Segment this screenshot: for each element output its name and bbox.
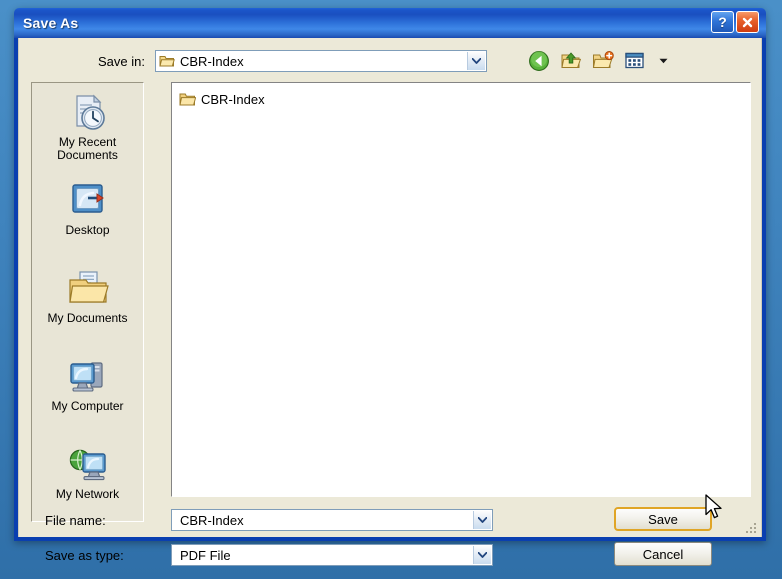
save-button[interactable]: Save: [614, 507, 712, 531]
desktop-icon: [68, 179, 108, 221]
save-as-type-label: Save as type:: [45, 547, 124, 563]
place-label: My Recent Documents: [57, 135, 118, 162]
navigation-toolbar: [527, 48, 675, 74]
place-item-my-recent-documents[interactable]: My Recent Documents: [32, 83, 143, 171]
new-folder-icon: [592, 51, 614, 68]
file-name: CBR-Index: [201, 91, 265, 107]
file-name-value: CBR-Index: [180, 512, 244, 528]
title-bar-buttons: ?: [711, 11, 759, 33]
file-list[interactable]: CBR-Index: [171, 82, 751, 497]
help-button[interactable]: ?: [711, 11, 734, 33]
save-in-combobox[interactable]: CBR-Index: [155, 50, 487, 72]
places-bar: My Recent Documents Desktop My Documents…: [31, 82, 144, 522]
place-label: Desktop: [65, 223, 110, 237]
up-one-level-icon: [561, 52, 582, 68]
title-bar[interactable]: Save As ?: [14, 8, 766, 38]
new-folder-button[interactable]: [591, 49, 615, 73]
chevron-down-icon: [659, 58, 667, 64]
back-button[interactable]: [527, 49, 551, 73]
cancel-button[interactable]: Cancel: [614, 542, 712, 566]
save-in-dropdown-arrow[interactable]: [467, 52, 485, 70]
dialog-client-area: Save in: CBR-Index My Recent Documents D…: [18, 38, 762, 566]
chevron-down-icon: [478, 552, 487, 558]
file-name-label: File name:: [45, 512, 106, 528]
close-icon: [742, 17, 753, 27]
up-one-level-button[interactable]: [559, 49, 583, 73]
save-as-type-value: PDF File: [180, 547, 231, 563]
save-as-type-combobox[interactable]: PDF File: [171, 544, 493, 566]
place-label: My Computer: [51, 399, 124, 413]
open-folder-icon: [159, 56, 175, 67]
back-icon: [529, 51, 549, 71]
place-item-desktop[interactable]: Desktop: [32, 171, 143, 259]
chevron-down-icon: [472, 58, 481, 64]
views-dropdown-button[interactable]: [651, 49, 675, 73]
file-name-dropdown-arrow[interactable]: [473, 511, 491, 529]
chevron-down-icon: [478, 517, 487, 523]
place-item-my-computer[interactable]: My Computer: [32, 347, 143, 435]
save-in-label: Save in:: [98, 53, 145, 69]
folder-icon: [179, 93, 196, 105]
save-as-dialog: Save As ? Save in: CBR-Index My Recent D…: [14, 8, 766, 566]
place-label: My Network: [55, 487, 120, 501]
window-title: Save As: [23, 15, 79, 31]
recent-documents-icon: [68, 91, 108, 133]
place-item-my-documents[interactable]: My Documents: [32, 259, 143, 347]
place-label: My Documents: [47, 311, 128, 325]
question-mark-icon: ?: [718, 14, 727, 30]
file-name-input[interactable]: CBR-Index: [171, 509, 493, 531]
views-icon: [625, 52, 644, 69]
save-as-type-dropdown-arrow[interactable]: [473, 546, 491, 564]
my-network-icon: [67, 443, 109, 485]
save-in-value: CBR-Index: [180, 53, 244, 69]
list-item[interactable]: CBR-Index: [176, 89, 332, 109]
views-button[interactable]: [623, 49, 647, 73]
resize-grip[interactable]: [744, 521, 758, 535]
close-button[interactable]: [736, 11, 759, 33]
my-computer-icon: [67, 355, 109, 397]
my-documents-icon: [67, 267, 109, 309]
